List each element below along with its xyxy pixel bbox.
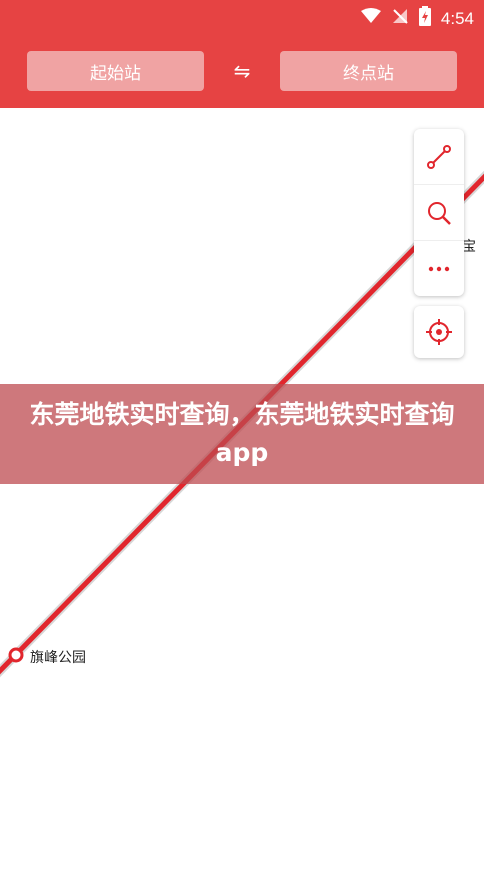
- wifi-icon: [360, 8, 381, 29]
- clock: 4:54: [440, 8, 474, 28]
- end-station-button[interactable]: 终点站: [280, 51, 457, 91]
- banner-text: 东莞地铁实时查询，东莞地铁实时查询app: [29, 400, 455, 467]
- battery-icon: [418, 6, 431, 31]
- locate-box: [414, 306, 464, 358]
- app-header: 4:54 起始站 ⇋ 终点站: [0, 0, 484, 108]
- start-station-button[interactable]: 起始站: [27, 51, 204, 91]
- title-banner: 东莞地铁实时查询，东莞地铁实时查询app: [0, 384, 484, 484]
- more-icon[interactable]: [414, 240, 464, 296]
- station-label-partial[interactable]: 宝: [462, 236, 476, 256]
- station-marker: [8, 647, 24, 663]
- search-icon[interactable]: [414, 184, 464, 240]
- route-icon[interactable]: [414, 129, 464, 184]
- swap-stations-button[interactable]: ⇋: [225, 58, 259, 84]
- metro-map[interactable]: 旗峰公园 宝: [0, 108, 484, 869]
- no-signal-icon: [391, 7, 409, 30]
- status-bar: 4:54: [0, 0, 484, 34]
- map-toolbox: [414, 129, 464, 296]
- locate-icon[interactable]: [414, 306, 464, 358]
- station-label-qifeng-park[interactable]: 旗峰公园: [30, 647, 86, 667]
